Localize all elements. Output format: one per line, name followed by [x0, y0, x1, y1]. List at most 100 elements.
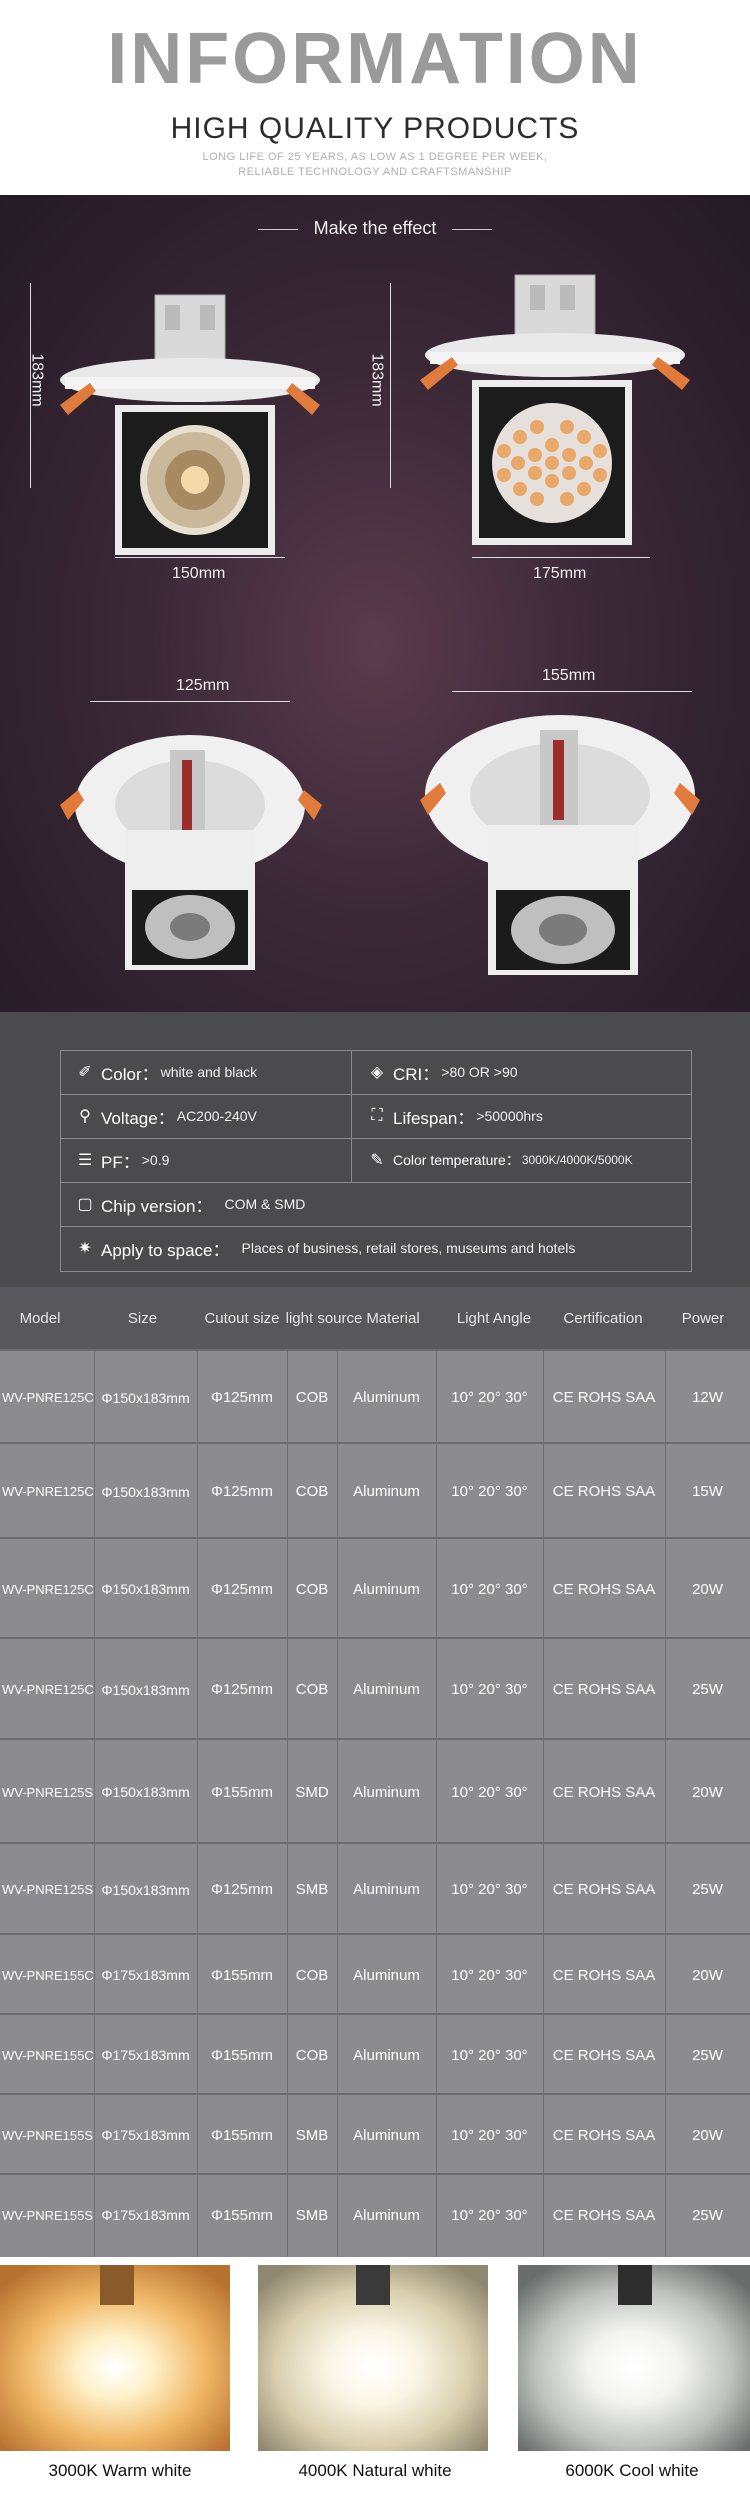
table-cell: 10° 20° 30° — [451, 1966, 528, 1984]
table-row: WV-PNRE125S Φ150x183mm Φ125mm SMB Aluminum 10… — [0, 1842, 750, 1935]
tagline-line-2: RELIABLE TECHNOLOGY AND CRAFTSMANSHIP — [238, 166, 512, 178]
table-cell: SMB — [295, 2206, 329, 2224]
table-cell: 10° 20° 30° — [451, 1881, 528, 1898]
table-cell: 10° 20° 30° — [451, 1483, 528, 1500]
table-cell: COB — [295, 1681, 329, 1698]
spec-value: 3000K/4000K/5000K — [521, 1153, 633, 1167]
spec-label: Apply to space： — [101, 1240, 230, 1260]
table-cell: Φ125mm — [211, 1483, 273, 1500]
divider-line — [452, 229, 492, 230]
table-row: WV-PNRE155C Φ175x183mm Φ155mm COB Aluminum 10… — [0, 2013, 750, 2095]
product-image-smd-front — [420, 274, 690, 545]
divider — [351, 1051, 352, 1182]
spec-cri: ◈ CRI： >80 OR >90 — [353, 1051, 683, 1093]
table-cell: CE ROHS SAA — [552, 1483, 656, 1500]
column-header: light source — [285, 1309, 363, 1327]
table-cell: CE ROHS SAA — [552, 1881, 656, 1898]
column-header: Power — [681, 1309, 725, 1327]
width-dimension-right: 175mm — [533, 565, 587, 582]
table-cell: Aluminum — [353, 1881, 420, 1898]
table-cell: COB — [295, 1483, 329, 1500]
color-temperature-swatches: 3000K Warm white 4000K Natural white 600… — [0, 2257, 750, 2493]
dimension-line — [90, 701, 290, 702]
height-dimension-left: 183mm — [28, 353, 46, 407]
table-cell: WV-PNRE155C — [2, 2047, 94, 2063]
table-cell: Φ150x183mm — [101, 1483, 190, 1500]
table-row: WV-PNRE125C Φ150x183mm Φ125mm COB Aluminum 10… — [0, 1637, 750, 1740]
spec-label: Chip version： — [101, 1196, 213, 1216]
table-row: WV-PNRE155S Φ175x183mm Φ155mm SMB Aluminum 10… — [0, 2093, 750, 2175]
table-cell: COB — [295, 1580, 329, 1598]
table-cell: Φ155mm — [211, 1966, 273, 1984]
table-cell: 10° 20° 30° — [451, 1580, 528, 1598]
table-cell: Φ150x183mm — [101, 1881, 190, 1898]
spec-label: Color： — [101, 1064, 159, 1084]
table-cell: WV-PNRE155C — [2, 1967, 94, 1983]
product-effect-section: Make the effect 183mm 183mm 150mm 175mm … — [0, 195, 750, 1012]
spec-pf: ☰ PF： >0.9 — [61, 1139, 351, 1181]
table-cell: Φ175x183mm — [101, 2127, 190, 2143]
effect-label: Make the effect — [313, 218, 437, 238]
chip-icon: ▢ — [77, 1196, 93, 1213]
table-cell: 10° 20° 30° — [451, 1681, 528, 1698]
edit-icon: ✎ — [370, 1152, 384, 1169]
product-image-side-right — [420, 715, 700, 975]
column-header: Certification — [563, 1309, 643, 1327]
table-row: WV-PNRE125S Φ150x183mm Φ155mm SMD Aluminum 10… — [0, 1738, 750, 1844]
swatch-label: 6000K Cool white — [565, 2461, 699, 2480]
cutout-dimension-left: 125mm — [176, 677, 230, 694]
table-cell: 20W — [692, 1783, 723, 1801]
table-cell: WV-PNRE155S — [2, 2207, 94, 2223]
table-cell: 10° 20° 30° — [451, 2126, 528, 2144]
table-cell: 25W — [692, 1881, 723, 1898]
expand-icon: ⛶ — [371, 1107, 383, 1124]
table-cell: WV-PNRE125C — [2, 1390, 94, 1405]
spec-value: >80 OR >90 — [441, 1064, 518, 1080]
apps-icon: ✷ — [78, 1240, 92, 1257]
dimension-line — [452, 691, 692, 692]
table-cell: 10° 20° 30° — [451, 1783, 528, 1801]
table-cell: WV-PNRE155S — [2, 2127, 94, 2143]
table-cell: 12W — [692, 1389, 723, 1406]
table-cell: Φ150x183mm — [101, 1681, 190, 1698]
spec-label: Color temperature： — [393, 1152, 520, 1168]
table-cell: Φ155mm — [211, 2126, 273, 2144]
table-cell: CE ROHS SAA — [552, 2046, 656, 2064]
column-header: Cutout size — [204, 1309, 280, 1327]
table-cell: COB — [295, 1966, 329, 1984]
table-cell: Aluminum — [353, 1580, 420, 1598]
page-title: INFORMATION — [107, 19, 643, 99]
tagline-line-1: LONG LIFE OF 25 YEARS, AS LOW AS 1 DEGRE… — [202, 151, 548, 163]
table-cell: SMB — [295, 2126, 329, 2144]
spec-apply-to-space: ✷ Apply to space： Places of business, re… — [61, 1227, 681, 1269]
table-cell: CE ROHS SAA — [552, 2206, 656, 2224]
table-cell: 25W — [692, 2206, 723, 2224]
swatch-image-natural — [258, 2265, 488, 2451]
swatch-label: 3000K Warm white — [48, 2461, 192, 2480]
eye-icon: ◈ — [370, 1064, 384, 1081]
table-row: WV-PNRE125C Φ150x183mm Φ125mm COB Aluminum 10… — [0, 1537, 750, 1639]
table-cell: Aluminum — [353, 1681, 420, 1698]
table-cell: 20W — [692, 1580, 723, 1598]
column-header: Size — [127, 1309, 158, 1327]
spec-box: ✐ Color： white and black ◈ CRI： >80 OR >… — [60, 1050, 692, 1272]
swatch-cool-white — [518, 2265, 750, 2451]
spec-label: Lifespan： — [393, 1108, 475, 1128]
table-cell: Φ175x183mm — [101, 2207, 190, 2223]
cutout-dimension-right: 155mm — [542, 667, 596, 684]
spec-color-temperature: ✎ Color temperature： 3000K/4000K/5000K — [353, 1139, 689, 1181]
table-cell: Φ155mm — [211, 2046, 273, 2064]
table-cell: WV-PNRE125C — [2, 1581, 94, 1597]
table-cell: Φ125mm — [211, 1389, 273, 1406]
table-row: WV-PNRE125C Φ150x183mm Φ125mm COB Aluminum 10… — [0, 1349, 750, 1444]
table-cell: CE ROHS SAA — [552, 2126, 656, 2144]
table-cell: Aluminum — [353, 1783, 420, 1801]
table-cell: Φ125mm — [211, 1681, 273, 1698]
table-cell: 10° 20° 30° — [451, 1389, 528, 1406]
swatch-natural-white — [258, 2265, 488, 2451]
table-cell: Φ125mm — [211, 1881, 273, 1898]
table-cell: CE ROHS SAA — [552, 1681, 656, 1698]
width-dimension-left: 150mm — [172, 565, 226, 582]
header: INFORMATION HIGH QUALITY PRODUCTS LONG L… — [0, 0, 750, 195]
spec-label: PF： — [101, 1152, 140, 1172]
